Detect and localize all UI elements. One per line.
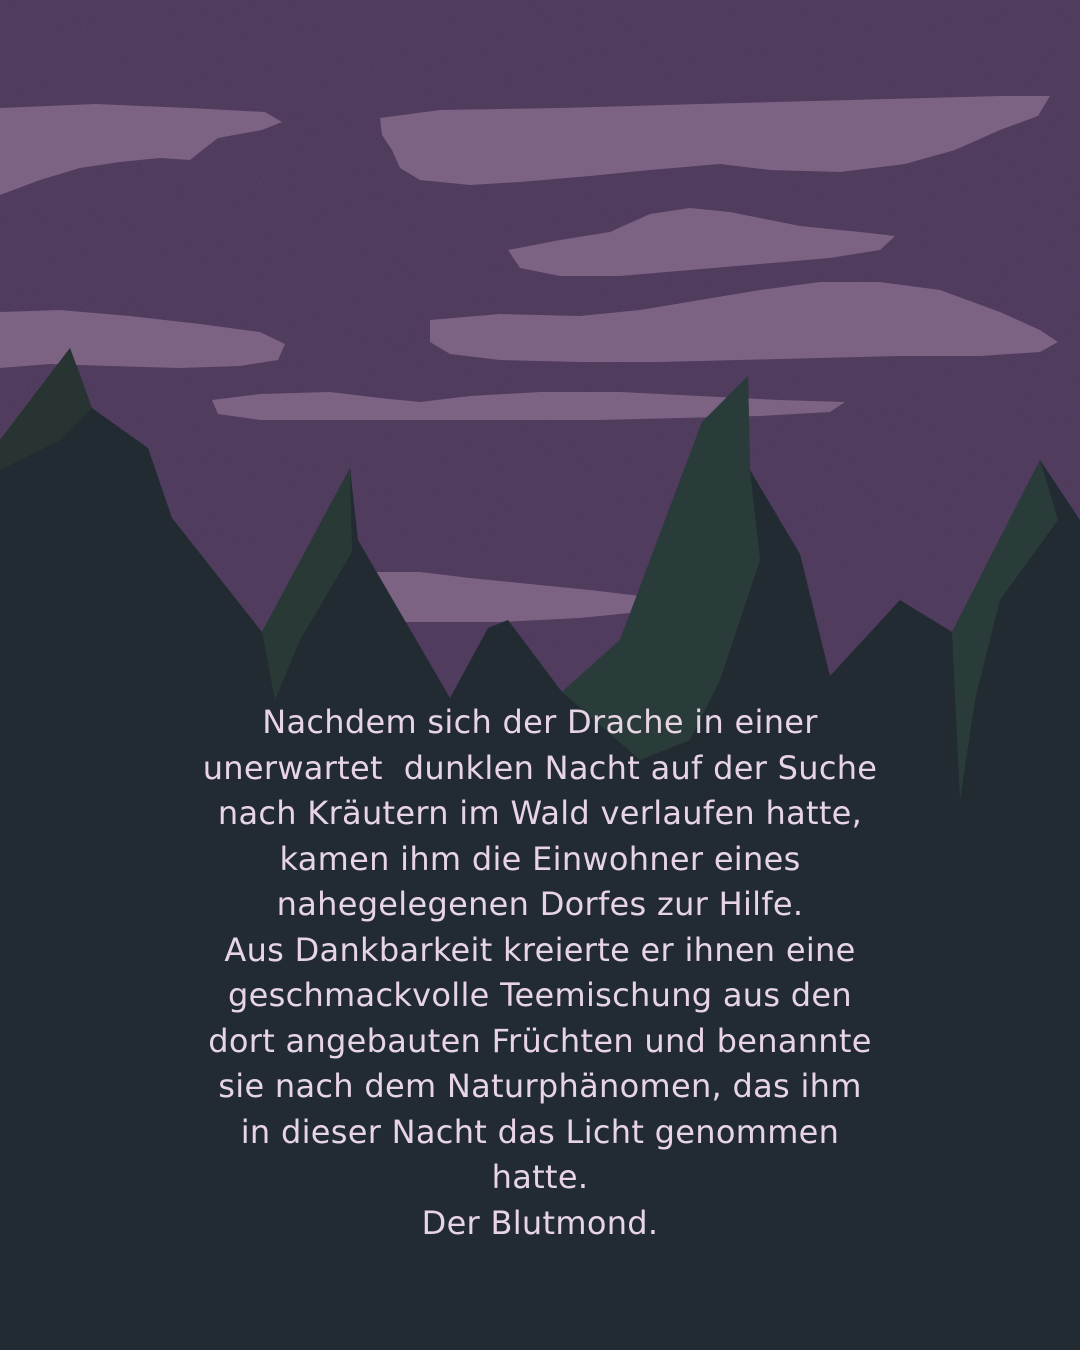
story-line: sie nach dem Naturphänomen, das ihm <box>218 1067 862 1105</box>
story-line: kamen ihm die Einwohner eines <box>279 839 801 878</box>
story-line: Nachdem sich der Drache in einer <box>262 703 818 741</box>
story-line: Der Blutmond. <box>421 1203 659 1242</box>
story-line: in dieser Nacht das Licht genommen <box>240 1112 840 1151</box>
story-line: hatte. <box>491 1158 589 1196</box>
illustration-scene: Nachdem sich der Drache in einer unerwar… <box>0 0 1080 1350</box>
story-line: Aus Dankbarkeit kreierte er ihnen eine <box>224 930 856 969</box>
story-line: unerwartet dunklen Nacht auf der Suche <box>202 748 878 787</box>
story-line: dort angebauten Früchten und benannte <box>208 1021 872 1060</box>
story-line: geschmackvolle Teemischung aus den <box>228 976 852 1014</box>
story-line: nach Kräutern im Wald verlaufen hatte, <box>217 794 863 832</box>
story-text: Nachdem sich der Drache in einer unerwar… <box>90 700 990 1246</box>
story-line: nahegelegenen Dorfes zur Hilfe. <box>276 885 804 923</box>
